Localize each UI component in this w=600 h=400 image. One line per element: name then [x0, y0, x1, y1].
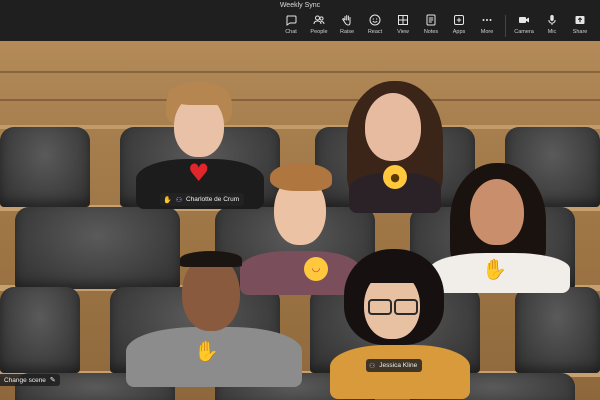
heart-reaction-icon: ♥ — [188, 159, 210, 187]
more-dots-icon — [482, 19, 492, 21]
chat-button[interactable]: Chat — [277, 14, 305, 38]
chat-icon — [286, 15, 297, 26]
together-mode-scene: ♥ ✋ ⚇ Charlotte de Crum ● ◡ ✋ ✋ ⚇ Jessic… — [0, 41, 600, 400]
seat — [0, 287, 80, 373]
seat — [0, 127, 90, 207]
speaker-icon: ⚇ — [369, 362, 376, 370]
clap-reaction-icon: ✋ — [482, 257, 507, 281]
camera-label: Camera — [514, 29, 534, 35]
more-button[interactable]: More — [473, 14, 501, 38]
raise-hand-button[interactable]: Raise — [333, 14, 361, 38]
people-button[interactable]: People — [305, 14, 333, 38]
nametag-jessica: ⚇ Jessica Kline — [366, 359, 423, 372]
laugh-reaction-icon: ◡ — [304, 257, 328, 281]
wood-grain-line — [0, 99, 600, 101]
change-scene-button[interactable]: Change scene ✎ — [0, 374, 60, 386]
mic-icon — [548, 15, 556, 25]
raise-label: Raise — [339, 29, 355, 35]
pencil-icon: ✎ — [49, 377, 56, 384]
seat — [515, 287, 600, 373]
meeting-toolbar: Chat People Raise React View Notes Apps — [277, 14, 594, 38]
share-label: Share — [572, 29, 588, 35]
wood-grain-line — [0, 71, 600, 73]
share-icon — [575, 16, 585, 24]
surprised-reaction-icon: ● — [383, 165, 407, 189]
speaker-icon: ⚇ — [175, 196, 182, 204]
more-label: More — [480, 29, 494, 35]
mic-button[interactable]: Mic — [538, 14, 566, 38]
view-grid-icon — [398, 15, 408, 25]
participant-jessica-kline[interactable] — [330, 249, 470, 399]
camera-icon — [519, 17, 529, 23]
toolbar-divider — [505, 15, 506, 37]
meeting-header: Weekly Sync Chat People Raise React View… — [0, 0, 600, 41]
participant-name: Jessica Kline — [379, 362, 418, 369]
view-button[interactable]: View — [389, 14, 417, 38]
raised-hand-icon: ✋ — [163, 196, 172, 204]
apps-button[interactable]: Apps — [445, 14, 473, 38]
mic-label: Mic — [547, 29, 557, 35]
notes-icon — [426, 14, 436, 26]
people-icon — [313, 15, 325, 25]
chat-label: Chat — [285, 29, 297, 35]
raise-hand-icon — [342, 15, 351, 26]
view-label: View — [397, 29, 409, 35]
react-label: React — [367, 29, 383, 35]
participant-name: Charlotte de Crum — [186, 196, 240, 203]
notes-button[interactable]: Notes — [417, 14, 445, 38]
apps-label: Apps — [452, 29, 466, 35]
meeting-title: Weekly Sync — [279, 2, 321, 9]
notes-label: Notes — [423, 29, 439, 35]
react-smiley-icon — [369, 14, 381, 26]
apps-plus-icon — [454, 15, 464, 25]
share-button[interactable]: Share — [566, 14, 594, 38]
camera-button[interactable]: Camera — [510, 14, 538, 38]
react-button[interactable]: React — [361, 14, 389, 38]
people-label: People — [310, 29, 328, 35]
change-scene-label: Change scene — [4, 376, 46, 384]
participant-bottom-left[interactable] — [126, 247, 302, 387]
nametag-charlotte: ✋ ⚇ Charlotte de Crum — [160, 193, 245, 206]
clap-reaction-icon: ✋ — [194, 339, 219, 363]
